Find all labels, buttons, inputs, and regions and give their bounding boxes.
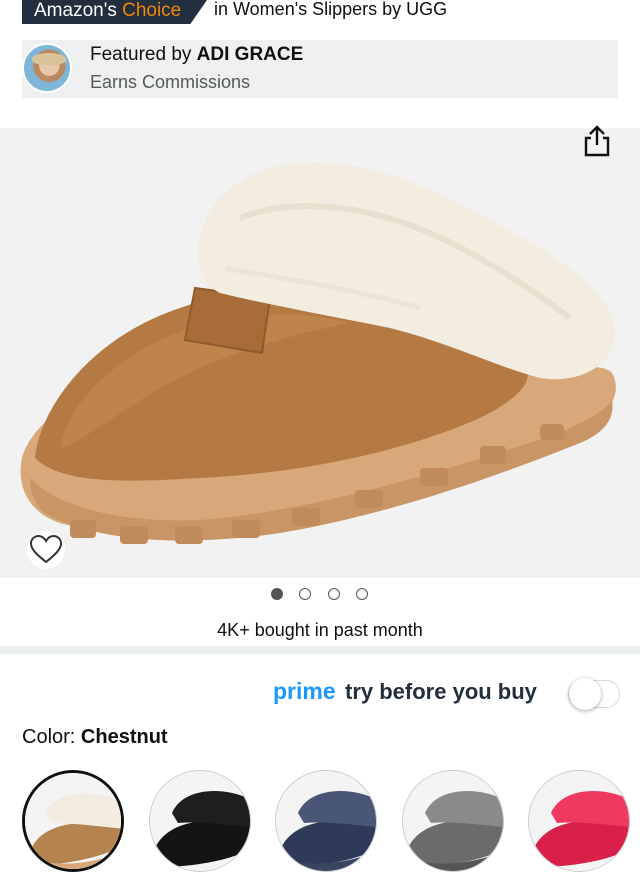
slipper-thumbnail	[25, 773, 121, 869]
color-swatch-pink[interactable]	[528, 770, 630, 872]
pagination-dot-3[interactable]	[328, 588, 340, 600]
product-image[interactable]	[0, 128, 640, 578]
slipper-thumbnail	[150, 771, 250, 871]
try-before-you-buy-label: try before you buy	[345, 679, 537, 704]
bought-in-past-month: 4K+ bought in past month	[217, 620, 423, 640]
slipper-thumbnail	[403, 771, 503, 871]
wishlist-button[interactable]	[26, 531, 66, 569]
pagination-dot-4[interactable]	[356, 588, 368, 600]
badge-category-link[interactable]: in Women's Slippers by UGG	[214, 0, 447, 20]
color-swatch-chestnut[interactable]	[22, 770, 124, 872]
amazons-choice-badge[interactable]: Amazon's Choice	[22, 0, 207, 24]
color-label: Color: Chestnut	[22, 726, 168, 749]
prime-logo: prime	[273, 678, 336, 704]
try-before-you-buy-toggle[interactable]	[568, 678, 620, 710]
share-button[interactable]	[582, 124, 612, 158]
earns-commissions-note: Earns Commissions	[90, 72, 251, 92]
pagination-dot-1[interactable]	[271, 588, 283, 600]
color-label-prefix: Color:	[22, 726, 81, 748]
featured-label: Featured by	[90, 44, 197, 65]
prime-try-before-you-buy: prime try before you buy	[0, 674, 640, 714]
amazons-choice-row: Amazon's Choice in Women's Slippers by U…	[0, 0, 640, 28]
section-divider	[0, 646, 640, 654]
share-icon	[584, 125, 610, 157]
featured-name: ADI GRACE	[196, 44, 304, 65]
heart-icon	[27, 531, 65, 569]
featured-by-banner[interactable]: Featured by ADI GRACE Earns Commissions	[22, 40, 618, 98]
selected-color: Chestnut	[80, 726, 168, 748]
color-swatch-grey[interactable]	[402, 770, 504, 872]
slipper-thumbnail	[529, 771, 629, 871]
pagination-dot-2[interactable]	[299, 588, 311, 600]
badge-prefix: Amazon's	[34, 0, 123, 21]
slipper-thumbnail	[276, 771, 376, 871]
badge-highlight: Choice	[122, 0, 182, 21]
color-swatch-navy[interactable]	[275, 770, 377, 872]
color-swatch-black[interactable]	[149, 770, 251, 872]
toggle-knob	[569, 678, 601, 710]
featured-by-text: Featured by ADI GRACE	[90, 44, 303, 66]
avatar	[22, 43, 72, 93]
slipper-illustration	[20, 162, 616, 544]
